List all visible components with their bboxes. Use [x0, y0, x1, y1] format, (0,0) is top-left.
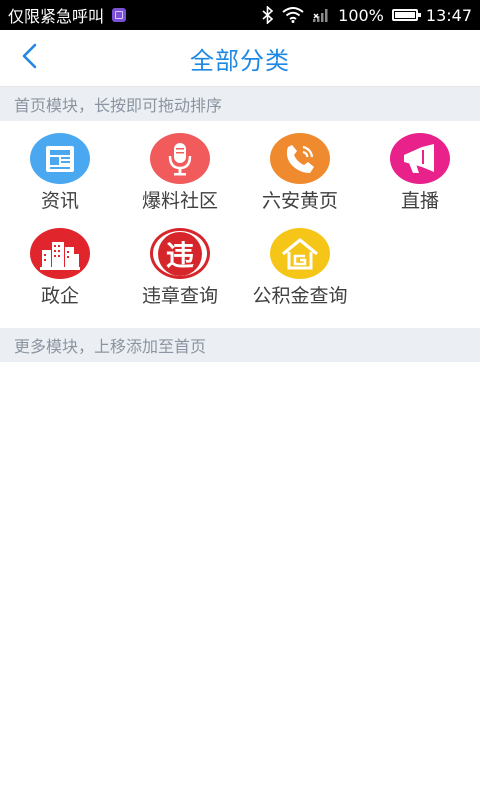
section-more-modules-header: 更多模块，上移添加至首页 — [0, 328, 480, 362]
page-title: 全部分类 — [190, 46, 290, 75]
no-signal-icon — [312, 7, 330, 23]
battery-icon — [391, 9, 421, 21]
module-tile-housing-fund[interactable]: 公积金查询 — [240, 216, 360, 308]
clock: 13:47 — [425, 5, 472, 25]
news-icon — [30, 133, 90, 184]
module-tile-live[interactable]: 直播 — [360, 121, 480, 213]
module-label: 六安黄页 — [261, 190, 338, 212]
module-label: 资讯 — [40, 190, 79, 212]
more-modules-area — [0, 362, 480, 800]
gallery-app-icon — [112, 8, 127, 22]
violation-badge-icon: 违 — [150, 228, 210, 279]
title-bar: 全部分类 — [0, 30, 480, 87]
status-left: 仅限紧急呼叫 — [0, 3, 127, 27]
module-label: 违章查询 — [141, 285, 218, 307]
module-tile-yellow-pages[interactable]: 六安黄页 — [240, 121, 360, 213]
module-tile-violation[interactable]: 违 违章查询 — [120, 216, 240, 308]
chevron-left-icon — [20, 42, 40, 74]
buildings-icon — [30, 228, 90, 279]
module-tile-government[interactable]: 政企 — [0, 216, 120, 308]
section-home-modules-header: 首页模块，长按即可拖动排序 — [0, 87, 480, 121]
house-icon — [270, 228, 330, 279]
emergency-calls-text: 仅限紧急呼叫 — [8, 7, 105, 26]
phone-icon — [270, 133, 330, 184]
module-label: 直播 — [400, 190, 439, 212]
megaphone-icon — [390, 133, 450, 184]
wifi-icon — [282, 7, 304, 23]
module-grid: 资讯 爆料社区 六安黄页 直播 政企 违 违章查询 公积金查询 — [0, 121, 480, 328]
module-tile-news[interactable]: 资讯 — [0, 121, 120, 213]
bluetooth-icon — [262, 6, 274, 24]
back-button[interactable] — [10, 38, 50, 78]
violation-glyph: 违 — [158, 231, 202, 276]
module-label: 公积金查询 — [252, 285, 348, 307]
module-label: 政企 — [40, 285, 79, 307]
status-right: 100% 13:47 — [262, 6, 480, 25]
section-home-modules-label: 首页模块，长按即可拖动排序 — [14, 96, 223, 115]
battery-level-fill — [394, 12, 415, 18]
battery-percent: 100% — [338, 5, 384, 25]
microphone-icon — [150, 133, 210, 184]
module-label: 爆料社区 — [141, 190, 218, 212]
module-tile-community[interactable]: 爆料社区 — [120, 121, 240, 213]
status-bar: 仅限紧急呼叫 100% 13:47 — [0, 0, 480, 30]
section-more-modules-label: 更多模块，上移添加至首页 — [14, 337, 207, 356]
